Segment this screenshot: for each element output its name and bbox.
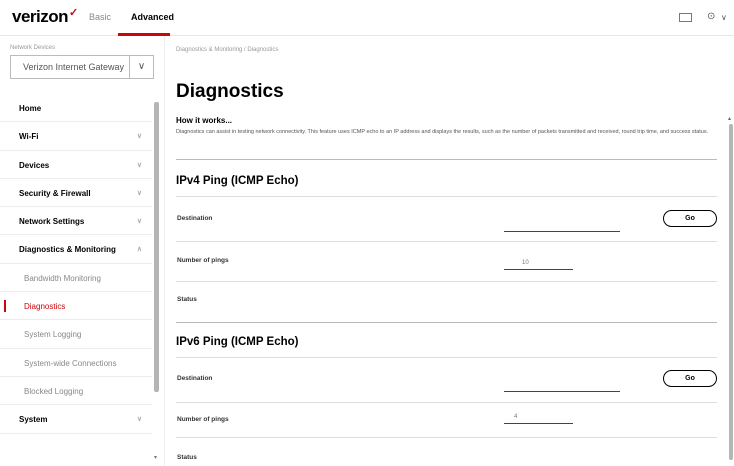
ipv4-destination-input[interactable] (504, 222, 620, 232)
main-content: Diagnostics & Monitoring / Diagnostics D… (165, 36, 734, 466)
how-it-works-heading: How it works... (176, 116, 233, 125)
ipv4-go-button[interactable]: Go (663, 210, 717, 227)
field-divider (176, 281, 717, 282)
device-select-label: Network Devices (10, 45, 56, 51)
sidebar-item-label: Blocked Logging (24, 386, 84, 396)
chevron-down-icon: ∨ (136, 416, 142, 424)
section-divider (176, 357, 717, 358)
tab-advanced[interactable]: Advanced (131, 12, 174, 22)
sidebar-item-devices[interactable]: Devices ∨ (0, 151, 152, 179)
sidebar-item-label: Home (19, 104, 42, 113)
scroll-up-arrow-icon[interactable]: ▴ (728, 115, 731, 122)
ipv6-pings-input[interactable]: 4 (504, 414, 573, 424)
field-divider (176, 402, 717, 403)
tab-basic[interactable]: Basic (89, 12, 111, 22)
logo-text: verizon (12, 7, 69, 26)
sidebar-item-diagnostics[interactable]: Diagnostics (0, 292, 152, 321)
sidebar-item-system[interactable]: System ∨ (0, 405, 152, 434)
ipv4-section-title: IPv4 Ping (ICMP Echo) (176, 175, 299, 187)
sidebar-item-label: Diagnostics & Monitoring (19, 245, 116, 255)
ipv6-pings-label: Number of pings (177, 416, 229, 423)
chevron-down-icon: ∨ (136, 218, 142, 226)
chevron-down-icon: ∨ (136, 161, 142, 169)
mail-icon[interactable] (679, 13, 692, 22)
ipv6-status-label: Status (177, 454, 197, 461)
ipv4-pings-label: Number of pings (177, 257, 229, 264)
chevron-down-icon: ∨ (136, 133, 142, 141)
scroll-down-arrow-icon[interactable]: ▾ (154, 454, 157, 461)
main-scrollbar[interactable] (729, 124, 733, 460)
sidebar-item-wifi[interactable]: Wi-Fi ∨ (0, 122, 152, 151)
logo-checkmark-icon: ✓ (69, 7, 78, 19)
sidebar-item-security-firewall[interactable]: Security & Firewall ∨ (0, 179, 152, 208)
section-divider (176, 159, 717, 160)
chevron-down-icon: ∨ (129, 56, 153, 78)
sidebar-item-label: Diagnostics (24, 302, 66, 312)
sidebar-item-label: Devices (19, 160, 50, 170)
chevron-down-icon[interactable]: ∨ (721, 13, 727, 22)
ipv4-status-label: Status (177, 296, 197, 303)
sidebar-item-bandwidth-monitoring[interactable]: Bandwidth Monitoring (0, 264, 152, 293)
page-title: Diagnostics (176, 81, 284, 102)
ipv4-destination-label: Destination (177, 215, 213, 222)
sidebar-item-diagnostics-monitoring[interactable]: Diagnostics & Monitoring ∧ (0, 235, 152, 264)
sidebar-item-label: System (19, 415, 48, 425)
section-divider (176, 196, 717, 197)
chevron-up-icon: ∧ (136, 246, 142, 254)
how-it-works-text: Diagnostics can assist in testing networ… (176, 129, 709, 135)
sidebar-scrollbar[interactable] (154, 102, 159, 392)
sidebar-item-label: Bandwidth Monitoring (24, 273, 101, 283)
sidebar-item-system-wide-connections[interactable]: System-wide Connections (0, 349, 152, 377)
chevron-down-icon: ∨ (136, 189, 142, 197)
sidebar-item-label: System Logging (24, 330, 82, 340)
ipv6-destination-label: Destination (177, 375, 213, 382)
sidebar-item-label: Wi-Fi (19, 132, 39, 142)
sidebar-menu: Home Wi-Fi ∨ Devices ∨ Security & Firewall… (0, 94, 152, 434)
user-icon[interactable]: ⊙ (707, 11, 715, 22)
ipv6-destination-input[interactable] (504, 382, 620, 392)
sidebar-item-blocked-logging[interactable]: Blocked Logging (0, 377, 152, 406)
breadcrumb[interactable]: Diagnostics & Monitoring / Diagnostics (176, 47, 278, 53)
sidebar-item-label: Network Settings (19, 217, 85, 227)
sidebar-item-label: System-wide Connections (24, 358, 117, 368)
field-divider (176, 241, 717, 242)
device-select[interactable]: Verizon Internet Gateway ∨ (10, 55, 154, 79)
ipv4-pings-input[interactable]: 10 (504, 260, 573, 270)
sidebar-item-label: Security & Firewall (19, 188, 91, 198)
sidebar: Network Devices Verizon Internet Gateway… (0, 36, 165, 466)
top-navigation-bar: verizon✓ Basic Advanced ⊙ ∨ (0, 0, 734, 36)
verizon-logo[interactable]: verizon✓ (12, 7, 78, 27)
sidebar-item-network-settings[interactable]: Network Settings ∨ (0, 207, 152, 236)
ipv6-section-title: IPv6 Ping (ICMP Echo) (176, 336, 299, 348)
section-divider (176, 322, 717, 323)
sidebar-item-system-logging[interactable]: System Logging (0, 320, 152, 349)
field-divider (176, 437, 717, 438)
device-select-value: Verizon Internet Gateway (23, 62, 125, 72)
sidebar-item-home[interactable]: Home (0, 94, 152, 123)
ipv6-go-button[interactable]: Go (663, 370, 717, 387)
